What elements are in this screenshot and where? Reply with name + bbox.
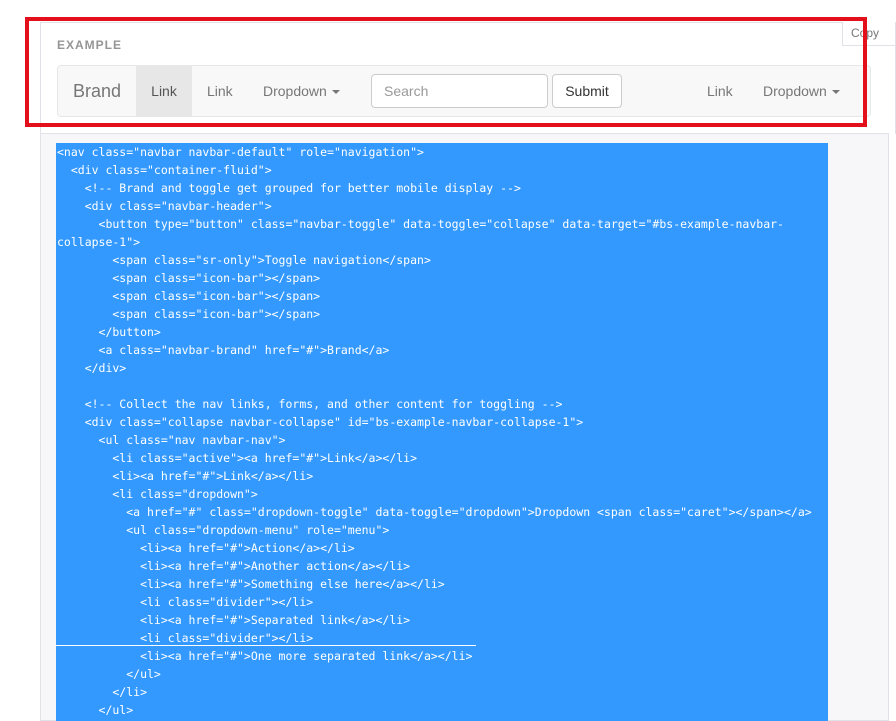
code-line: </ul> <box>57 667 161 681</box>
code-line: <span class="icon-bar"></span> <box>57 289 321 303</box>
code-line: <li><a href="#">One more separated link<… <box>57 649 473 663</box>
code-line: <ul class="nav navbar-nav"> <box>57 433 286 447</box>
code-line: </button> <box>57 325 161 339</box>
code-line: <li class="dropdown"> <box>57 487 258 501</box>
code-line: <!-- Brand and toggle get grouped for be… <box>57 181 521 195</box>
code-line: <div class="navbar-header"> <box>57 199 272 213</box>
code-block-selected[interactable]: <nav class="navbar navbar-default" role=… <box>56 143 828 721</box>
code-line: <span class="icon-bar"></span> <box>57 271 321 285</box>
code-line: <nav class="navbar navbar-default" role=… <box>57 145 424 159</box>
code-line: <span class="sr-only">Toggle navigation<… <box>57 253 431 267</box>
code-line: </li> <box>57 685 148 699</box>
code-line: <!-- Collect the nav links, forms, and o… <box>57 397 563 411</box>
code-line: collapse-1"> <box>57 235 141 249</box>
code-line: <a href="#" class="dropdown-toggle" data… <box>57 505 812 519</box>
code-line: <a class="navbar-brand" href="#">Brand</… <box>57 343 390 357</box>
code-line: <li class="active"><a href="#">Link</a><… <box>57 451 418 465</box>
code-line: <button type="button" class="navbar-togg… <box>57 217 784 231</box>
code-line: <li><a href="#">Link</a></li> <box>57 469 314 483</box>
code-line: <div class="collapse navbar-collapse" id… <box>57 415 584 429</box>
code-line: <li><a href="#">Something else here</a><… <box>57 577 445 591</box>
selection-edge <box>56 645 476 646</box>
code-line: </ul> <box>57 703 134 717</box>
code-line: <li><a href="#">Separated link</a></li> <box>57 613 411 627</box>
code-line: <span class="icon-bar"></span> <box>57 307 321 321</box>
code-line: <li><a href="#">Another action</a></li> <box>57 559 411 573</box>
highlight-annotation-box <box>25 17 867 127</box>
code-line: <div class="container-fluid"> <box>57 163 272 177</box>
code-line: </div> <box>57 361 127 375</box>
code-lines: <nav class="navbar navbar-default" role=… <box>56 143 828 719</box>
code-line: <li><a href="#">Action</a></li> <box>57 541 355 555</box>
code-line: <ul class="dropdown-menu" role="menu"> <box>57 523 390 537</box>
code-line: <li class="divider"></li> <box>57 595 314 609</box>
